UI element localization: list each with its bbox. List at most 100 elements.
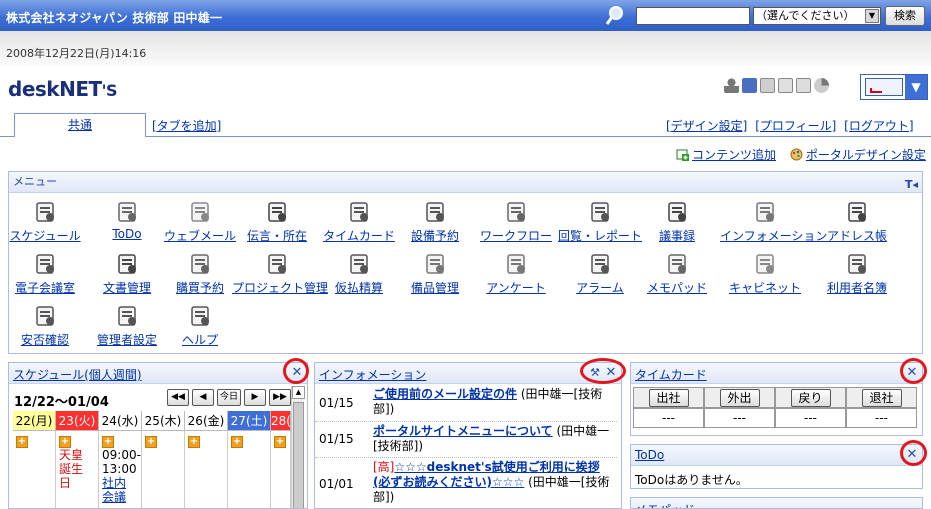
todo-icon <box>118 202 136 222</box>
information-title-link[interactable]: インフォメーション <box>319 366 426 383</box>
menu-item[interactable]: ヘルプ <box>155 303 245 348</box>
pin-icon[interactable]: T◂ <box>905 175 918 195</box>
info-title-link[interactable]: ポータルサイトメニューについて <box>373 424 553 438</box>
menu-item-label: 設備予約 <box>410 229 459 243</box>
menu-item[interactable]: インフォメーション <box>720 199 827 244</box>
chevron-down-icon[interactable]: ▼ <box>905 75 927 99</box>
add-tab-link[interactable]: [タブを追加] <box>152 117 221 134</box>
profile-link[interactable]: [プロフィール] <box>755 119 836 133</box>
add-schedule-icon[interactable]: + <box>102 436 114 448</box>
event-link[interactable]: 社内 <box>102 476 126 490</box>
menu-item[interactable]: 利用者名簿 <box>812 251 902 296</box>
prev-week-button[interactable]: ◀◀ <box>167 389 189 406</box>
info-title-link[interactable]: ご使用前のメール設定の件 <box>373 387 517 401</box>
holiday-label: 天皇 <box>59 448 84 462</box>
day-header[interactable]: 26(金) <box>185 411 228 431</box>
content-links: コンテンツ追加 ポータルデザイン設定 <box>676 146 926 163</box>
add-schedule-icon[interactable]: + <box>188 436 200 448</box>
menu-item[interactable]: スケジュール <box>0 199 90 244</box>
day-header[interactable]: 22(月) <box>13 411 56 431</box>
day-column: + <box>228 431 271 508</box>
highlight-circle <box>283 358 309 384</box>
menu-item[interactable]: 議事録 <box>632 199 722 244</box>
todo-title-link[interactable]: ToDo <box>635 448 664 462</box>
clock-in-button[interactable]: 出社 <box>648 389 689 407</box>
menu-item-label: タイムカード <box>323 229 395 243</box>
add-content-icon <box>676 149 689 161</box>
mail-icon[interactable] <box>778 78 793 93</box>
menu-item[interactable]: アンケート <box>471 251 561 296</box>
holiday-label: 誕生 <box>59 462 84 476</box>
prev-day-button[interactable]: ◀ <box>192 389 214 406</box>
logout-link[interactable]: [ログアウト] <box>844 119 913 133</box>
timecard-title-link[interactable]: タイムカード <box>635 366 707 383</box>
help-icon <box>191 306 209 326</box>
day-header[interactable]: 25(木) <box>142 411 185 431</box>
search-input[interactable] <box>636 7 750 25</box>
go-out-button[interactable]: 外出 <box>719 389 760 407</box>
menu-item[interactable]: ワークフロー <box>471 199 561 244</box>
menu-item[interactable]: 安否確認 <box>0 303 90 348</box>
menu-item[interactable]: メモパッド <box>632 251 722 296</box>
list-icon[interactable] <box>796 78 811 93</box>
add-schedule-icon[interactable]: + <box>274 436 286 448</box>
menu-item[interactable]: 伝言・所在 <box>232 199 322 244</box>
timecard-header: タイムカード ✕ <box>631 363 922 384</box>
person-icon[interactable] <box>724 78 739 93</box>
highlight-circle <box>900 440 927 466</box>
chart-icon[interactable] <box>814 78 829 93</box>
day-header[interactable]: 23(火) <box>56 411 99 431</box>
add-content-link[interactable]: コンテンツ追加 <box>692 148 776 162</box>
menu-item-label: 文書管理 <box>102 281 151 295</box>
add-schedule-icon[interactable]: + <box>16 436 28 448</box>
menu-item-label: ワークフロー <box>479 229 552 243</box>
day-header[interactable]: 27(土) <box>228 411 271 431</box>
menu-item-label: 備品管理 <box>410 281 459 295</box>
search-scope-select[interactable]: （選んでください） ▼ <box>753 7 881 25</box>
alarm-icon <box>591 254 609 274</box>
portal-design-link[interactable]: ポータルデザイン設定 <box>806 148 926 162</box>
menu-item[interactable]: 設備予約 <box>390 199 480 244</box>
menu-item[interactable]: アドレス帳 <box>812 199 902 244</box>
expense-icon <box>350 254 368 274</box>
design-settings-link[interactable]: [デザイン設定] <box>666 119 747 133</box>
scroll-up-icon[interactable]: ▲ <box>292 386 305 399</box>
menu-item[interactable]: 電子会議室 <box>0 251 90 296</box>
schedule-scrollbar[interactable]: ▲ <box>291 386 305 508</box>
event-time: 13:00 <box>102 462 137 476</box>
menu-item[interactable]: 備品管理 <box>390 251 480 296</box>
organization-icon[interactable] <box>742 78 757 93</box>
memopad-icon <box>668 254 686 274</box>
search-icon[interactable] <box>604 5 626 27</box>
day-header[interactable]: 24(水) <box>99 411 142 431</box>
menu-item[interactable]: キャビネット <box>720 251 810 296</box>
next-week-button[interactable]: ▶▶ <box>269 389 292 406</box>
add-schedule-icon[interactable]: + <box>145 436 157 448</box>
day-header[interactable]: 28( <box>271 411 291 431</box>
scroll-thumb[interactable] <box>293 402 304 508</box>
information-header: インフォメーション ⚒ ✕ <box>315 363 621 384</box>
schedule-icon <box>36 202 54 222</box>
search-scope-value: （選んでください） <box>756 9 855 22</box>
clock-out-button[interactable]: 退社 <box>861 389 902 407</box>
facility-icon <box>426 202 444 222</box>
tab-common[interactable]: 共通 <box>14 113 146 137</box>
schedule-title-link[interactable]: スケジュール(個人週間) <box>13 366 142 383</box>
menu-item[interactable]: プロジェクト管理 <box>232 251 328 296</box>
next-day-button[interactable]: ▶ <box>244 389 267 406</box>
day-column: + <box>13 431 56 508</box>
event-link[interactable]: 会議 <box>102 490 126 504</box>
add-schedule-icon[interactable]: + <box>59 436 71 448</box>
memo-icon[interactable] <box>760 78 775 93</box>
memo-title-link[interactable]: メモパッド <box>635 501 695 508</box>
date-band: 2008年12月22日(月)14:16 <box>0 31 931 65</box>
report-icon <box>591 202 609 222</box>
today-button[interactable]: 今日 <box>217 389 242 406</box>
day-header-row: 22(月) 23(火) 24(水) 25(木) 26(金) 27(土) 28( <box>13 411 291 431</box>
screen-switch-button[interactable]: ▼ <box>860 74 928 100</box>
search-button[interactable]: 検索 <box>885 6 925 26</box>
menu-item-label: 伝言・所在 <box>246 229 307 243</box>
admin-settings-icon <box>118 306 136 326</box>
return-button[interactable]: 戻り <box>790 389 831 407</box>
add-schedule-icon[interactable]: + <box>231 436 243 448</box>
